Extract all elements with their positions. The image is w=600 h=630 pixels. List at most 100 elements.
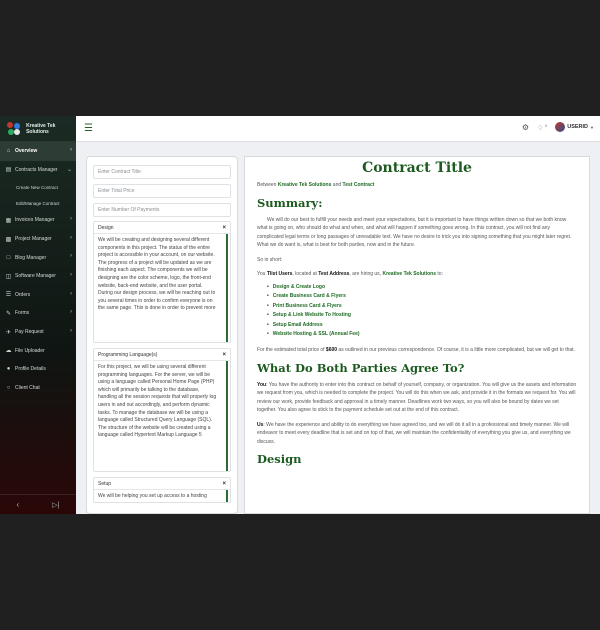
programming-textarea[interactable]: For this project, we will be using sever…: [94, 361, 228, 471]
text-span: as outlined in our previous corresponden…: [337, 347, 575, 354]
sidebar-item-label: Client Chat: [15, 384, 40, 391]
text-span: Between: [257, 182, 278, 188]
notifications-button[interactable]: ♢ 0: [537, 123, 547, 132]
between-line: Between Kreative Tek Solutions and Test …: [257, 181, 577, 190]
sidebar-item-project-manager[interactable]: ▩ Project Manager ›: [0, 230, 76, 249]
sidebar-item-label: Forms: [15, 310, 30, 317]
sidebar-item-label: Pay Request: [15, 329, 44, 336]
sidebar: Kreative Tek Solutions ⌂ Overview › ▤ Co…: [0, 116, 76, 514]
client-name: Tlist Users: [266, 271, 293, 277]
text-span: : You have the authority to enter into t…: [257, 381, 577, 414]
sidebar-item-orders[interactable]: ☰ Orders ›: [0, 286, 76, 305]
chevron-left-icon[interactable]: ‹: [17, 500, 20, 509]
sidebar-item-label: Blog Manager: [15, 254, 47, 261]
setup-label: Setup: [98, 480, 112, 487]
chevron-right-icon: ›: [70, 216, 72, 223]
contract-form: Enter Contract Title Enter Total Price E…: [86, 156, 238, 514]
total-price: $600: [325, 347, 338, 354]
contract-title: Contract Title: [362, 160, 472, 176]
total-price-input[interactable]: Enter Total Price: [93, 184, 231, 198]
close-icon[interactable]: ×: [222, 481, 226, 487]
brand-logo-icon: [7, 121, 20, 136]
pay-icon: ✈: [5, 329, 12, 336]
sidebar-item-pay-request[interactable]: ✈ Pay Request ›: [0, 323, 76, 342]
file-icon: ▤: [5, 167, 12, 174]
blog-icon: □: [6, 254, 11, 261]
sidebar-item-label: Software Manager: [15, 273, 56, 280]
chevron-right-icon: ›: [70, 309, 72, 316]
list-item: Setup & Link Website To Hosting: [267, 311, 577, 321]
close-icon[interactable]: ×: [222, 352, 226, 358]
brand[interactable]: Kreative Tek Solutions: [0, 116, 76, 142]
sidebar-item-profile-details[interactable]: ● Profile Details: [0, 360, 76, 379]
programming-label: Programming Language(s): [98, 351, 158, 358]
upload-icon: ☁: [5, 348, 12, 355]
number-of-payments-input[interactable]: Enter Number Of Payments: [93, 203, 231, 217]
design-label: Design: [98, 224, 114, 231]
project-icon: ▩: [5, 236, 12, 243]
text-span: For the estimated total price of: [257, 347, 326, 354]
user-id-label: USERID: [567, 124, 589, 130]
gear-icon[interactable]: ⚙: [522, 123, 529, 132]
app-window: Kreative Tek Solutions ⌂ Overview › ▤ Co…: [0, 116, 600, 514]
list-item: Design & Create Logo: [267, 283, 577, 293]
sidebar-item-file-uploader[interactable]: ☁ File Uploader: [0, 341, 76, 360]
sidebar-item-label: Contracts Manager: [15, 166, 58, 173]
text-span: You: [257, 271, 267, 277]
text-span: to:: [436, 271, 443, 277]
caret-down-icon: ▼: [590, 124, 594, 130]
sidebar-item-label: Overview: [15, 148, 38, 155]
price-line: For the estimated total price of $600 as…: [257, 346, 577, 355]
summary-heading: Summary:: [257, 195, 323, 210]
menu-toggle-icon[interactable]: ☰: [84, 123, 93, 134]
sidebar-item-forms[interactable]: ✎ Forms ›: [0, 304, 76, 323]
hiring-line: You Tlist Users, located at Test Address…: [257, 270, 577, 279]
list-item: Setup Email Address: [267, 321, 577, 331]
sidebar-item-label: Profile Details: [15, 366, 46, 373]
sidebar-footer: ‹ ▷|: [0, 494, 76, 514]
sidebar-item-contracts-manager[interactable]: ▤ Contracts Manager ⌄: [0, 161, 76, 180]
collapse-icon[interactable]: ▷|: [52, 501, 59, 509]
sidebar-item-invoices-manager[interactable]: ▦ Invoices Manager ›: [0, 211, 76, 230]
text-span: : We have the experience and ability to …: [257, 421, 571, 445]
text-span: and: [331, 182, 343, 188]
contract-title-input[interactable]: Enter Contract Title: [93, 165, 231, 179]
sidebar-subitem-edit-contract[interactable]: Edit/Manage Contract: [0, 195, 76, 211]
sidebar-item-client-chat[interactable]: ○ Client Chat: [0, 379, 76, 398]
home-icon: ⌂: [6, 148, 11, 155]
avatar: [555, 122, 566, 132]
chevron-right-icon: ›: [70, 327, 72, 334]
chevron-down-icon: ⌄: [66, 166, 72, 173]
sidebar-subitem-create-contract[interactable]: Create New Contract: [0, 179, 76, 195]
invoice-icon: ▦: [5, 217, 12, 224]
chevron-right-icon: ›: [70, 290, 72, 297]
chevron-right-icon: ›: [70, 253, 72, 260]
text-span: , are hiring us,: [349, 271, 383, 277]
company-name: Kreative Tek Solutions: [382, 271, 437, 277]
bell-icon: ♢: [537, 124, 544, 132]
close-icon[interactable]: ×: [222, 225, 226, 231]
us-paragraph: Us: We have the experience and ability t…: [257, 421, 577, 447]
user-menu[interactable]: USERID ▼: [555, 122, 594, 132]
sidebar-item-label: Invoices Manager: [15, 217, 55, 224]
software-icon: ◫: [5, 273, 12, 280]
summary-text: We will do our best to fulfill your need…: [257, 216, 572, 249]
profile-icon: ●: [6, 366, 11, 373]
so-in-short: So in short:: [257, 256, 283, 263]
notification-count: 0: [545, 122, 548, 128]
text-span: , located at: [292, 271, 319, 277]
design-heading: Design: [257, 452, 302, 467]
party-one: Kreative Tek Solutions: [277, 182, 332, 188]
forms-icon: ✎: [5, 310, 12, 317]
setup-textarea[interactable]: We will be helping you set up access to …: [94, 490, 228, 502]
you-paragraph: You: You have the authority to enter int…: [257, 381, 577, 415]
list-item: Print Business Card & Flyers: [267, 302, 577, 312]
programming-section: Programming Language(s) × For this proje…: [93, 348, 231, 472]
sidebar-item-blog-manager[interactable]: □ Blog Manager ›: [0, 248, 76, 267]
sidebar-item-software-manager[interactable]: ◫ Software Manager ›: [0, 267, 76, 286]
sidebar-item-label: File Uploader: [15, 347, 45, 354]
sidebar-item-overview[interactable]: ⌂ Overview ›: [0, 142, 76, 161]
chevron-right-icon: ›: [70, 147, 72, 153]
sidebar-item-label: Orders: [15, 291, 31, 298]
design-textarea[interactable]: We will be creating and designing severa…: [94, 234, 228, 342]
